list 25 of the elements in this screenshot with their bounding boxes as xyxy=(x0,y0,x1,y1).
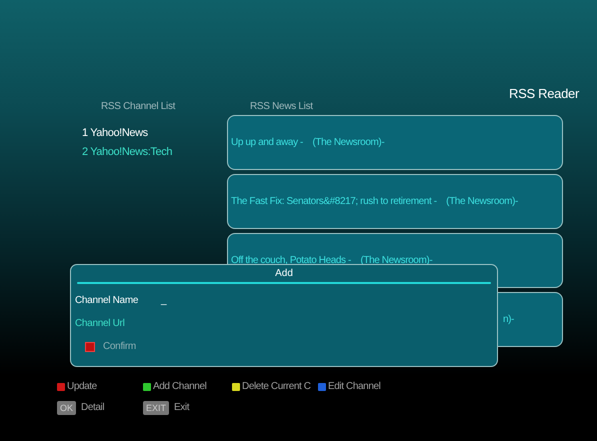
input-field[interactable]: _ xyxy=(161,295,167,306)
screen-title: RSS Reader xyxy=(509,86,579,101)
legend-label: Update xyxy=(67,381,97,392)
dialog-title: Add xyxy=(275,267,293,281)
news-headline: The Fast Fix: Senators&#8217; rush to retirement - (The Newsroom)- xyxy=(231,196,518,207)
news-list-heading: RSS News List xyxy=(250,101,313,114)
legend-label: Add Channel xyxy=(153,381,206,392)
news-card[interactable]: The Fast Fix: Senators&#8217; rush to retirement - (The Newsroom)- xyxy=(227,174,563,229)
news-card[interactable]: Up up and away - (The Newsroom)- xyxy=(227,115,563,170)
confirm-button[interactable]: Confirm xyxy=(75,341,136,352)
field-label: Channel Name xyxy=(75,295,140,306)
channel-list-heading: RSS Channel List xyxy=(101,101,176,114)
channel-item[interactable]: 2 Yahoo!News:Tech xyxy=(82,142,227,161)
remote-key: EXIT xyxy=(143,400,170,414)
channel-item[interactable]: 1 Yahoo!News xyxy=(82,123,227,142)
news-headline: Up up and away - (The Newsroom)- xyxy=(231,137,384,148)
legend-label: Exit xyxy=(174,402,190,413)
news-headline: n)- xyxy=(502,314,514,325)
square-icon xyxy=(85,342,95,352)
news-headline: Off the couch, Potato Heads - (The Newsroom)- xyxy=(231,255,432,266)
legend-label: Delete Current C xyxy=(242,381,311,392)
legend-label: Edit Channel xyxy=(328,381,380,392)
legend-label: Detail xyxy=(81,402,104,413)
field-label: Channel Url xyxy=(75,318,125,329)
remote-key: OK xyxy=(57,400,76,414)
